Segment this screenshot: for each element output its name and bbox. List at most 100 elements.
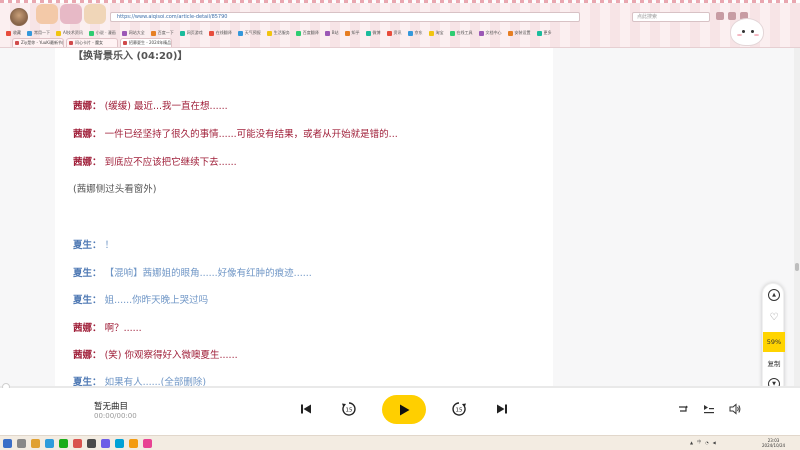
volume-button[interactable]: [728, 402, 742, 416]
forward-15-icon: 15: [452, 402, 466, 416]
bookmark-item[interactable]: 在线工具: [449, 29, 473, 37]
line-text: ！: [104, 240, 115, 251]
next-track-button[interactable]: [495, 402, 509, 416]
bookmark-item[interactable]: 在线翻译: [208, 29, 232, 37]
bookmark-item[interactable]: 天气预报: [237, 29, 261, 37]
bookmark-label: AI技术资讯: [63, 30, 83, 35]
script-line: 茜娜： 一件已经坚持了很久的事情......可能没有结果，或者从开始就是错的..…: [73, 129, 398, 140]
clock-date: 2024/10/24: [762, 443, 786, 448]
search-input[interactable]: 点此搜索: [632, 12, 710, 22]
bookmark-item[interactable]: 资讯: [386, 29, 402, 37]
tab-2[interactable]: 问心卡片 - 魔女: [66, 38, 118, 47]
bookmark-item[interactable]: 生活服务: [266, 29, 290, 37]
tab-1[interactable]: Ziy是你 - YuuKi最新节目: [12, 38, 64, 47]
bookmark-favicon-icon: [295, 30, 301, 36]
bilibili-icon[interactable]: [115, 439, 124, 448]
start-icon[interactable]: [3, 439, 12, 448]
bookmark-favicon-icon: [344, 30, 350, 36]
bookmark-item[interactable]: 小说 · 漫画: [88, 29, 116, 37]
bookmark-item[interactable]: 常用一下: [27, 29, 50, 37]
line-text: (茜娜侧过头看窗外): [73, 184, 157, 195]
bookmark-item[interactable]: 百度翻译: [295, 29, 319, 37]
bookmark-item[interactable]: 收藏: [6, 29, 21, 37]
address-bar[interactable]: https://www.aiqisoi.com/article-detail/8…: [110, 12, 580, 22]
bookmark-label: 收藏: [13, 30, 21, 35]
bookmark-label: 生活服务: [273, 30, 290, 35]
speaker-icon[interactable]: ◀: [713, 440, 716, 445]
bookmark-item[interactable]: AI技术资讯: [56, 29, 83, 37]
bookmark-label: 网站大全: [128, 30, 145, 35]
floating-toolbar: ▲ ♡ 59% 复制 ▼: [762, 283, 785, 396]
scroll-up-button[interactable]: ▲: [763, 288, 785, 302]
bookmark-item[interactable]: 网站大全: [121, 29, 145, 37]
chevron-up-icon[interactable]: ▲: [690, 440, 693, 445]
bookmark-label: B站: [331, 30, 339, 35]
browser-icon[interactable]: [45, 439, 54, 448]
bookmark-favicon-icon: [6, 30, 11, 36]
bookmark-favicon-icon: [88, 30, 94, 36]
like-button[interactable]: ♡: [763, 309, 785, 325]
bookmark-label: 知乎: [351, 30, 360, 35]
bookmark-item[interactable]: 安装设置: [507, 29, 531, 37]
bookmark-label: 在线翻译: [215, 30, 232, 35]
steam-icon[interactable]: [87, 439, 96, 448]
music-icon[interactable]: [73, 439, 82, 448]
app-icon[interactable]: [101, 439, 110, 448]
bookmark-label: 百度一下: [157, 30, 174, 35]
speaker-name: 茜娜: [73, 350, 93, 361]
loop-mode-button[interactable]: [676, 402, 690, 416]
app-icon[interactable]: [129, 439, 138, 448]
previous-track-button[interactable]: [299, 402, 313, 416]
bookmark-favicon-icon: [507, 30, 513, 36]
scrollbar-thumb[interactable]: [795, 263, 799, 271]
avatar[interactable]: [10, 8, 28, 26]
language-indicator[interactable]: 中: [697, 439, 701, 445]
bookmark-label: 网页游戏: [186, 30, 203, 35]
bookmark-item[interactable]: 网页游戏: [179, 29, 203, 37]
track-time: 00:00/00:00: [94, 412, 137, 420]
wifi-icon[interactable]: ◔: [705, 440, 709, 445]
screen: https://www.aiqisoi.com/article-detail/8…: [0, 0, 800, 450]
line-text: 一件已经坚持了很久的事情......可能没有结果，或者从开始就是错的...: [104, 129, 398, 140]
bookmark-label: 文档中心: [485, 30, 502, 35]
bookmark-label: 百度翻译: [302, 30, 319, 35]
play-button[interactable]: [382, 395, 426, 424]
article-content: 【换背景乐入 (04:20)】 茜娜： (缓缓) 最近...我一直在想.....…: [55, 48, 553, 388]
playlist-button[interactable]: [702, 402, 716, 416]
bookmark-item[interactable]: 百度一下: [150, 29, 174, 37]
extension-icon[interactable]: [716, 12, 724, 20]
track-title: 暂无曲目: [94, 402, 129, 412]
play-icon: [400, 404, 410, 415]
wechat-icon[interactable]: [59, 439, 68, 448]
script-line: 茜娜： 啊？......: [73, 323, 142, 334]
tab-3-active[interactable]: 招募夏生 - 2024年精品: [120, 38, 172, 47]
heart-icon: ♡: [769, 311, 779, 323]
decorative-ribbon: [0, 0, 800, 3]
playlist-icon: [704, 405, 714, 414]
scene-title: 【换背景乐入 (04:20)】: [73, 51, 188, 62]
bookmark-item[interactable]: 微博: [365, 29, 381, 37]
system-tray: ▲ 中 ◔ ◀: [690, 439, 716, 445]
bookmark-label: 京东: [414, 30, 423, 35]
bookmark-item[interactable]: 淘宝: [428, 29, 444, 37]
bookmark-item[interactable]: 京东: [407, 29, 423, 37]
cake-deco-icon: [60, 4, 82, 24]
bookmark-item[interactable]: 更多: [536, 29, 552, 37]
bookmark-item[interactable]: B站: [324, 29, 339, 37]
bookmark-bar: 收藏 常用一下 AI技术资讯 小说 · 漫画 网站大全 百度一下 网页游戏 在线翻译 天气预报 生…: [6, 29, 552, 37]
system-clock[interactable]: 23:03 2024/10/24: [762, 438, 785, 448]
forward-15-button[interactable]: 15: [451, 401, 467, 417]
page-scrollbar[interactable]: [794, 48, 800, 388]
search-icon[interactable]: [17, 439, 26, 448]
app-icon[interactable]: [143, 439, 152, 448]
bookmark-item[interactable]: 文档中心: [478, 29, 502, 37]
bookmark-favicon-icon: [237, 30, 243, 36]
taskbar-apps: [3, 439, 152, 448]
copy-button[interactable]: 复制: [763, 354, 785, 372]
folder-icon[interactable]: [31, 439, 40, 448]
bookmark-item[interactable]: 知乎: [344, 29, 360, 37]
rewind-15-button[interactable]: 15: [341, 401, 357, 417]
read-progress-badge: 59%: [763, 332, 785, 352]
download-icon[interactable]: [728, 12, 736, 20]
bookmark-favicon-icon: [478, 30, 484, 36]
